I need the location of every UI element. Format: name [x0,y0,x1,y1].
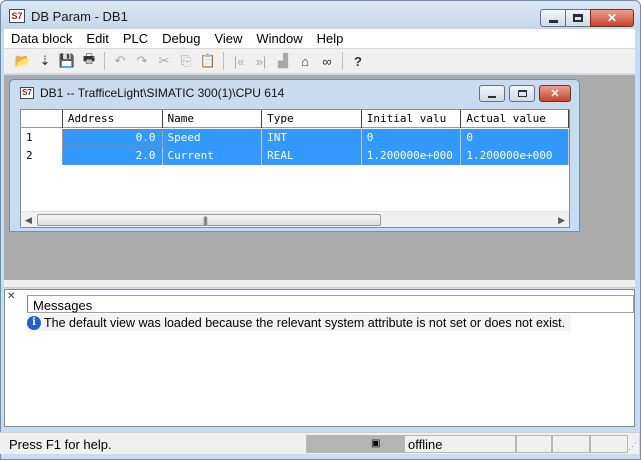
save-icon[interactable]: 💾 [56,50,78,72]
minimize-icon [488,95,496,98]
toolbar-separator [223,52,224,70]
menu-debug[interactable]: Debug [155,29,207,48]
status-help-text: Press F1 for help. [9,437,112,452]
status-cell [590,435,628,453]
header-actual-value[interactable]: Actual value [461,110,569,128]
whats-this-icon[interactable]: ? [347,50,369,72]
address-cell[interactable]: 2.0 [62,147,163,165]
go-last-icon[interactable]: »| [250,50,272,72]
go-first-icon[interactable]: |« [228,50,250,72]
table-header: Address Name Type Initial valu Actual va… [21,110,569,128]
db-maximize-button[interactable] [509,85,535,102]
table-row[interactable]: 2 2.0 Current REAL 1.200000e+000 1.20000… [21,147,569,165]
menu-edit[interactable]: Edit [79,29,115,48]
maximize-button[interactable] [565,9,591,27]
pane-splitter[interactable] [4,280,635,288]
plug-icon: ▣ [371,438,381,449]
message-text: The default view was loaded because the … [44,315,566,330]
app-icon: S7 [9,9,25,23]
toolbar: 📂 ⇣ 💾 🖶 ↶ ↷ ✂ ⎘ 📋 |« »| ▟ ⌂ ∞ ? [4,48,635,74]
scroll-left-icon[interactable]: ◀ [25,215,32,226]
db-window-title[interactable]: DB1 -- TrafficeLight\SIMATIC 300(1)\CPU … [40,86,284,100]
cut-icon[interactable]: ✂ [153,50,175,72]
actual-value-cell[interactable]: 0 [461,129,569,147]
window-title: DB Param - DB1 [31,9,128,24]
info-icon: i [27,315,41,330]
db-editor-window: S7 DB1 -- TrafficeLight\SIMATIC 300(1)\C… [9,79,580,232]
status-cell [552,435,590,453]
row-index: 2 [21,147,63,165]
redo-icon[interactable]: ↷ [131,50,153,72]
menu-bar: Data block Edit PLC Debug View Window He… [4,29,635,48]
toolbar-separator [104,52,105,70]
header-index [21,110,63,128]
db-window-controls: ✕ [475,85,571,102]
undo-icon[interactable]: ↶ [109,50,131,72]
maximize-icon [573,14,583,22]
status-bar: Press F1 for help. ▣ offline ⋰ [0,432,639,454]
paste-icon[interactable]: 📋 [197,50,219,72]
row-index: 1 [21,129,63,147]
db-minimize-button[interactable] [479,85,505,102]
db-table: Address Name Type Initial valu Actual va… [20,109,570,228]
messages-header: Messages [27,295,634,313]
messages-panel: ✕ Messages i The default view was loaded… [4,289,635,427]
minimize-button[interactable] [540,9,566,27]
toolbar-separator [342,52,343,70]
glasses-icon[interactable]: ∞ [316,50,338,72]
minimize-icon [548,19,558,23]
address-cell[interactable]: 0.0 [62,129,163,147]
menu-help[interactable]: Help [310,29,351,48]
print-icon[interactable]: 🖶 [78,50,100,72]
close-icon[interactable]: ✕ [7,291,15,302]
status-cell [516,435,552,453]
menu-plc[interactable]: PLC [116,29,155,48]
network-icon[interactable]: ⌂ [294,50,316,72]
name-cell[interactable]: Current [162,147,263,165]
close-icon: ✕ [606,11,618,25]
header-initial-value[interactable]: Initial valu [362,110,462,128]
type-cell[interactable]: REAL [262,147,362,165]
window-controls: ✕ [540,9,634,27]
title-bar[interactable]: S7 DB Param - DB1 ✕ [1,1,640,31]
initial-value-cell[interactable]: 0 [361,129,462,147]
menu-view[interactable]: View [207,29,249,48]
close-button[interactable]: ✕ [590,9,634,27]
scroll-thumb[interactable]: ||| [37,214,381,226]
monitor-icon[interactable]: ▟ [272,50,294,72]
actual-value-cell[interactable]: 1.200000e+000 [461,147,569,165]
close-icon: ✕ [550,88,560,100]
db-close-button[interactable]: ✕ [539,85,571,102]
status-pg-indicator: ▣ [306,435,404,453]
header-name[interactable]: Name [163,110,263,128]
name-cell[interactable]: Speed [162,129,263,147]
grip-icon: ||| [203,215,208,225]
resize-grip-icon[interactable]: ⋰ [628,441,637,452]
type-cell[interactable]: INT [262,129,362,147]
horizontal-scrollbar[interactable]: ◀ ||| ▶ [21,211,569,227]
header-type[interactable]: Type [262,110,362,128]
message-item[interactable]: i The default view was loaded because th… [27,314,572,331]
db-window-icon: S7 [20,87,34,99]
download-icon[interactable]: ⇣ [34,50,56,72]
initial-value-cell[interactable]: 1.200000e+000 [361,147,462,165]
table-row[interactable]: 1 0.0 Speed INT 0 0 [21,129,569,147]
status-connection: offline [404,435,516,453]
scroll-right-icon[interactable]: ▶ [558,215,565,226]
menu-window[interactable]: Window [249,29,309,48]
header-address[interactable]: Address [63,110,163,128]
maximize-icon [517,90,527,97]
copy-icon[interactable]: ⎘ [175,50,197,72]
menu-data-block[interactable]: Data block [4,29,79,48]
open-folder-icon[interactable]: 📂 [12,50,34,72]
